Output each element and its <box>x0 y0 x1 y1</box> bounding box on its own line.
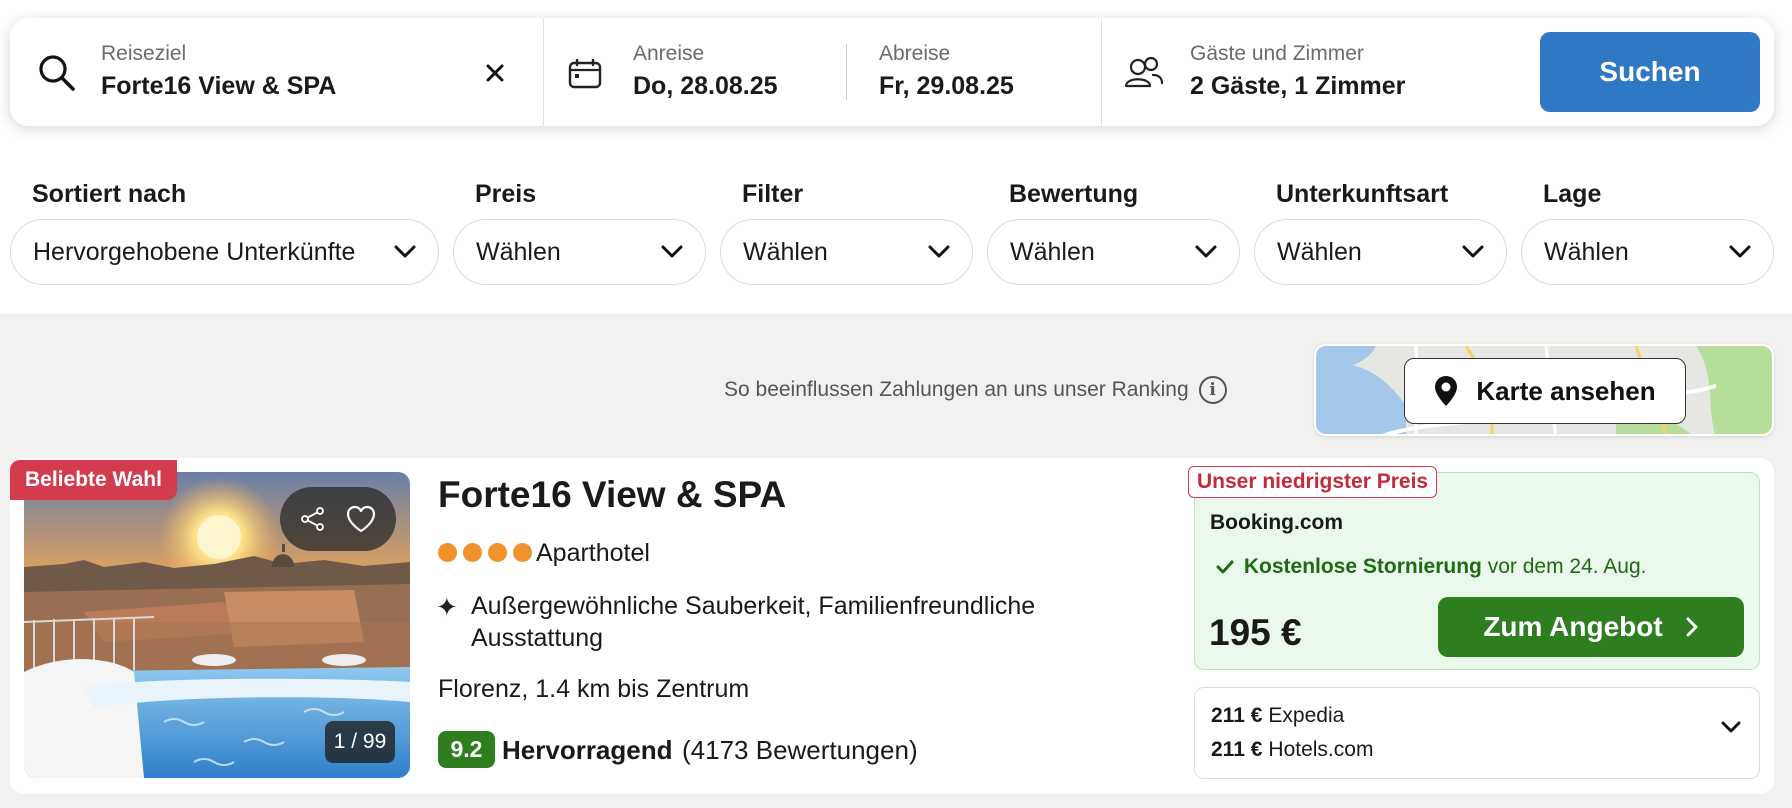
view-deal-button[interactable]: Zum Angebot <box>1438 597 1744 657</box>
filter-label: Preis <box>475 180 537 208</box>
deal-price: 195 € <box>1209 612 1302 653</box>
free-cancellation: Kostenlose Stornierung vor dem 24. Aug. <box>1216 555 1646 579</box>
guests-field[interactable]: Gäste und Zimmer 2 Gäste, 1 Zimmer <box>1102 18 1522 126</box>
property-type: Aparthotel <box>536 539 650 567</box>
destination-field[interactable]: Reiseziel Forte16 View & SPA <box>10 18 530 126</box>
guests-label: Gäste und Zimmer <box>1190 42 1364 65</box>
select-value: Wählen <box>743 237 828 266</box>
hotel-features: Außergewöhnliche Sauberkeit, Familienfre… <box>471 592 1036 652</box>
close-icon[interactable] <box>486 64 504 82</box>
price-select[interactable]: Wählen <box>453 219 706 285</box>
chevron-down-icon <box>1195 245 1217 258</box>
share-icon[interactable] <box>300 506 326 532</box>
offer-row: 211 € Expedia <box>1211 704 1344 728</box>
chevron-down-icon <box>1729 245 1751 258</box>
photo-actions <box>280 487 396 551</box>
ranking-notice[interactable]: So beeinflussen Zahlungen an uns unser R… <box>724 376 1227 404</box>
hotel-location: Florenz, 1.4 km bis Zentrum <box>438 675 750 703</box>
destination-value[interactable]: Forte16 View & SPA <box>101 72 336 101</box>
map-preview[interactable]: Karte ansehen <box>1314 344 1774 436</box>
offer-price: 211 € <box>1211 738 1263 761</box>
users-icon <box>1124 56 1164 88</box>
search-button[interactable]: Suchen <box>1540 32 1760 112</box>
star-icon <box>438 543 457 562</box>
chevron-down-icon <box>928 245 950 258</box>
checkout-value[interactable]: Fr, 29.08.25 <box>879 72 1014 101</box>
offer-row: 211 € Hotels.com <box>1211 738 1373 762</box>
offer-provider: Expedia <box>1268 704 1345 727</box>
offer-provider: Hotels.com <box>1268 738 1374 761</box>
chevron-down-icon <box>661 245 683 258</box>
guests-value[interactable]: 2 Gäste, 1 Zimmer <box>1190 72 1405 101</box>
chevron-down-icon[interactable] <box>1721 721 1741 734</box>
cancellation-label: Kostenlose Stornierung <box>1243 555 1482 578</box>
checkmark-icon <box>1216 560 1234 574</box>
star-icon <box>463 543 482 562</box>
star-rating <box>438 543 532 562</box>
search-icon <box>39 55 75 91</box>
select-value: Wählen <box>1544 237 1629 266</box>
show-map-label: Karte ansehen <box>1476 375 1656 406</box>
chevron-right-icon <box>1686 617 1698 637</box>
checkout-field[interactable]: Abreise Fr, 29.08.25 <box>847 18 1109 126</box>
location-select[interactable]: Wählen <box>1521 219 1774 285</box>
filter-label: Unterkunftsart <box>1276 180 1449 208</box>
star-icon <box>488 543 507 562</box>
review-count[interactable]: (4173 Bewertungen) <box>682 735 918 766</box>
property-type-select[interactable]: Wählen <box>1254 219 1507 285</box>
filter-label: Sortiert nach <box>32 180 187 208</box>
sparkle-icon: ✦ <box>436 592 458 622</box>
search-bar: Reiseziel Forte16 View & SPA Anreise Do,… <box>10 18 1774 126</box>
destination-label: Reiseziel <box>101 42 187 65</box>
sort-select[interactable]: Hervorgehobene Unterkünfte <box>10 219 439 285</box>
show-map-button[interactable]: Karte ansehen <box>1404 358 1686 424</box>
calendar-icon <box>568 59 602 89</box>
heart-icon[interactable] <box>345 504 377 534</box>
hotel-name[interactable]: Forte16 View & SPA <box>438 474 786 516</box>
select-value: Wählen <box>1277 237 1362 266</box>
rating-score: 9.2 <box>438 731 495 768</box>
select-value: Wählen <box>476 237 561 266</box>
view-deal-label: Zum Angebot <box>1483 611 1663 642</box>
filter-label: Bewertung <box>1009 180 1139 208</box>
checkout-label: Abreise <box>879 42 951 65</box>
checkin-field[interactable]: Anreise Do, 28.08.25 <box>544 18 854 126</box>
select-value: Wählen <box>1010 237 1095 266</box>
deal-provider: Booking.com <box>1210 511 1344 534</box>
rating-label: Hervorragend <box>502 735 673 765</box>
filter-label: Filter <box>742 180 804 208</box>
select-value: Hervorgehobene Unterkünfte <box>33 237 356 266</box>
chevron-down-icon <box>394 245 416 258</box>
offer-price: 211 € <box>1211 704 1263 727</box>
filter-select[interactable]: Wählen <box>720 219 973 285</box>
checkin-label: Anreise <box>633 42 705 65</box>
chevron-down-icon <box>1462 245 1484 258</box>
photo-counter: 1 / 99 <box>325 721 395 763</box>
filter-label: Lage <box>1543 180 1602 208</box>
info-icon[interactable]: i <box>1198 376 1227 404</box>
popular-badge: Beliebte Wahl <box>10 460 177 500</box>
rating-select[interactable]: Wählen <box>987 219 1240 285</box>
lowest-price-tag: Unser niedrigster Preis <box>1188 466 1438 498</box>
ranking-notice-text: So beeinflussen Zahlungen an uns unser R… <box>724 378 1189 401</box>
star-icon <box>513 543 532 562</box>
map-pin-icon <box>1435 376 1458 406</box>
other-offers[interactable]: 211 € Expedia 211 € Hotels.com <box>1194 687 1760 779</box>
cancellation-until: vor dem 24. Aug. <box>1487 555 1647 578</box>
checkin-value[interactable]: Do, 28.08.25 <box>633 72 778 101</box>
